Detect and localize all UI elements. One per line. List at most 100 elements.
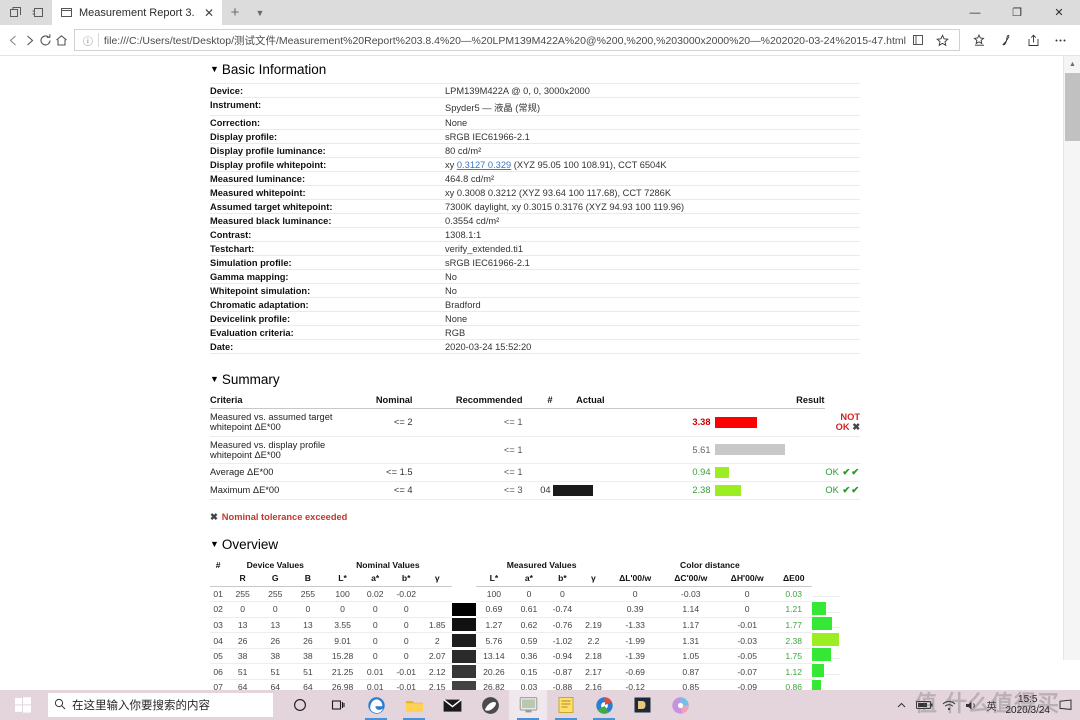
overview-cell-na: 0.01 [360,679,390,690]
summary-nominal: <= 1.5 [342,463,413,482]
favorites-hub-icon[interactable] [966,26,993,54]
overview-column-header: L* [475,570,513,587]
overview-patch-cell [451,664,476,680]
overview-cell-n: 01 [210,586,227,603]
maximize-button[interactable]: ❐ [996,0,1038,25]
tray-ime-indicator[interactable]: 英 [987,698,997,713]
overview-cell-mL: 26.82 [475,679,513,690]
taskbar-mail-icon[interactable] [433,690,471,720]
tray-volume-icon[interactable] [965,700,978,711]
summary-table: Criteria Nominal Recommended # Actual Result … [210,393,860,500]
summary-result-text: OK [825,466,839,477]
overview-bar-cell [812,601,841,615]
new-tab-button[interactable]: + [222,0,248,25]
address-bar[interactable]: ⓘ file:///C:/Users/test/Desktop/测试文件/Mea… [73,29,960,51]
overview-cell-dH: -0.09 [718,679,776,690]
basic-info-row: Simulation profile: sRGB IEC61966-2.1 [210,255,860,270]
taskbar-notes-icon[interactable] [547,690,585,720]
taskbar-edge-icon[interactable] [357,690,395,720]
share-icon[interactable] [1020,26,1047,54]
start-button[interactable] [0,690,46,720]
chevron-down-icon[interactable]: ▼ [248,0,272,25]
tray-battery-icon[interactable] [915,700,933,710]
site-info-icon[interactable]: ⓘ [79,33,97,48]
basic-info-key: Evaluation criteria: [210,325,445,340]
overview-heading[interactable]: ▼ Overview [210,537,860,552]
summary-result: OK ✔✔ [824,463,860,482]
browser-tab[interactable]: Measurement Report 3. ✕ [52,0,222,25]
favorite-star-icon[interactable] [931,30,955,51]
summary-bar-cell [714,463,825,482]
summary-column-header: Result [714,393,825,409]
reload-icon[interactable] [38,26,54,54]
overview-cell-G: 13 [258,617,292,634]
overview-column-header: b* [545,570,580,587]
taskbar-browser-icon[interactable] [585,690,623,720]
forward-icon[interactable] [22,26,38,54]
taskbar-file-explorer-icon[interactable] [395,690,433,720]
overview-cell-ng: 2.07 [422,648,452,665]
basic-information-heading[interactable]: ▼ Basic Information [210,62,860,77]
navigation-bar: ⓘ file:///C:/Users/test/Desktop/测试文件/Mea… [0,25,1080,56]
reading-view-icon[interactable] [906,30,930,51]
summary-bar [714,444,785,455]
whitepoint-link[interactable]: 0.3127 0.329 [457,160,511,170]
close-tab-icon[interactable]: ✕ [202,6,216,20]
collapse-caret-icon[interactable]: ▼ [210,64,219,74]
timeline-button[interactable] [319,690,357,720]
overview-cell-dL: 0.39 [607,601,663,618]
summary-heading[interactable]: ▼ Summary [210,372,860,387]
home-icon[interactable] [54,26,70,54]
taskbar-photos-icon[interactable] [471,690,509,720]
tray-wifi-icon[interactable] [942,700,956,711]
summary-column-header [604,393,715,409]
overview-cell-dC: 1.31 [662,632,719,649]
basic-info-value: LPM139M422A @ 0, 0, 3000x2000 [445,83,860,98]
tray-expand-icon[interactable] [896,700,907,711]
overview-cell-R: 255 [226,586,259,603]
summary-title: Summary [221,372,280,387]
set-aside-tabs-icon[interactable] [26,0,48,25]
overview-cell-na: 0 [360,648,390,665]
overview-column-header [452,571,476,587]
overview-cell-nb: 0 [389,617,423,634]
overview-cell-dH: -0.03 [718,632,776,649]
overview-subheader-row: R G B L* a* b* γ L* a* b* γ ΔL'00/w ΔC'00/w ΔH'00/w ΔE… [210,570,860,587]
overview-delta-bar [812,679,822,690]
web-notes-icon[interactable] [993,26,1020,54]
table-row: 01 255 255 255 100 0.02 -0.02 100 0 0 0 -0.03 0 0.03 [210,586,860,603]
overview-cell-mb: 0 [545,586,580,603]
overview-column-header: B [291,570,325,587]
taskbar-colorful-orb-icon[interactable] [661,690,699,720]
basic-info-value: 80 cd/m² [445,143,860,158]
collapse-caret-icon[interactable]: ▼ [210,374,219,384]
more-options-icon[interactable] [1047,26,1074,54]
collapse-caret-icon[interactable]: ▼ [210,539,219,549]
overview-cell-na: 0.01 [360,663,390,681]
summary-swatch-cell [552,481,605,500]
overview-cell-mg: 2.17 [579,663,608,681]
taskbar-clock[interactable]: 15:5 2020/3/24 [1006,694,1051,717]
overview-cell-nb: 0 [389,601,423,618]
tab-preview-icon[interactable] [4,0,26,25]
basic-info-key: Display profile luminance: [210,143,445,158]
scroll-up-icon[interactable]: ▲ [1064,56,1080,73]
overview-cell-nL: 26.98 [324,679,361,690]
action-center-icon[interactable] [1059,699,1072,711]
minimize-button[interactable]: — [954,0,996,25]
overview-cell-n: 05 [210,648,227,665]
back-icon[interactable] [6,26,22,54]
summary-result: OK ✔✔ [824,481,860,500]
scrollbar-thumb[interactable] [1065,73,1080,141]
overview-cell-mb: -0.76 [545,617,580,634]
basic-info-key: Measured whitepoint: [210,185,445,200]
page-scrollbar[interactable]: ▲ [1063,56,1080,660]
task-view-button[interactable] [281,690,319,720]
page-viewport: ▼ Basic Information Device: LPM139M422A @ … [0,56,1080,690]
tab-title: Measurement Report 3. [79,6,195,19]
taskbar-search-box[interactable]: 在这里输入你要搜索的内容 [48,693,273,717]
close-window-button[interactable]: ✕ [1038,0,1080,25]
summary-bar-cell [714,436,825,464]
taskbar-displaycal-icon[interactable] [509,690,547,720]
taskbar-app-dark-icon[interactable] [623,690,661,720]
